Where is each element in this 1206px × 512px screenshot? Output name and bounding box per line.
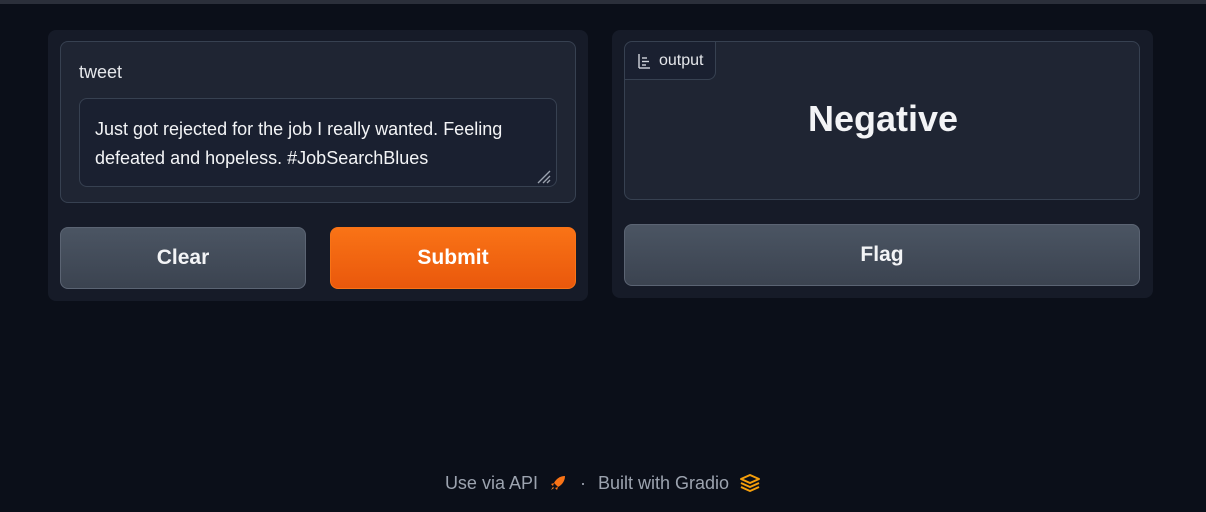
tweet-textarea[interactable]: Just got rejected for the job I really w…	[79, 98, 557, 187]
output-panel: output Negative Flag	[612, 30, 1153, 298]
tweet-input-block: tweet Just got rejected for the job I re…	[60, 41, 576, 203]
tweet-label: tweet	[79, 62, 123, 82]
resize-handle-icon[interactable]	[533, 166, 551, 184]
output-tag-label: output	[659, 51, 704, 69]
output-tag: output	[625, 42, 717, 80]
use-via-api-link[interactable]: Use via API	[445, 473, 568, 494]
label-icon	[638, 53, 650, 69]
rocket-icon	[550, 476, 565, 490]
output-value: Negative	[807, 98, 959, 139]
built-with-gradio-link[interactable]: Built with Gradio	[598, 473, 761, 494]
submit-button[interactable]: Submit	[330, 227, 576, 289]
use-via-api-label: Use via API	[444, 472, 538, 493]
input-panel: tweet Just got rejected for the job I re…	[48, 30, 588, 301]
footer-separator: ·	[579, 472, 586, 493]
flag-button[interactable]: Flag	[624, 224, 1140, 286]
clear-button[interactable]: Clear	[60, 227, 306, 289]
gradio-logo-icon	[740, 474, 761, 492]
top-border	[0, 0, 1206, 4]
output-block: output Negative	[624, 41, 1140, 200]
built-with-gradio-label: Built with Gradio	[597, 472, 730, 493]
footer: Use via API · Built with Gradio	[0, 468, 1206, 498]
